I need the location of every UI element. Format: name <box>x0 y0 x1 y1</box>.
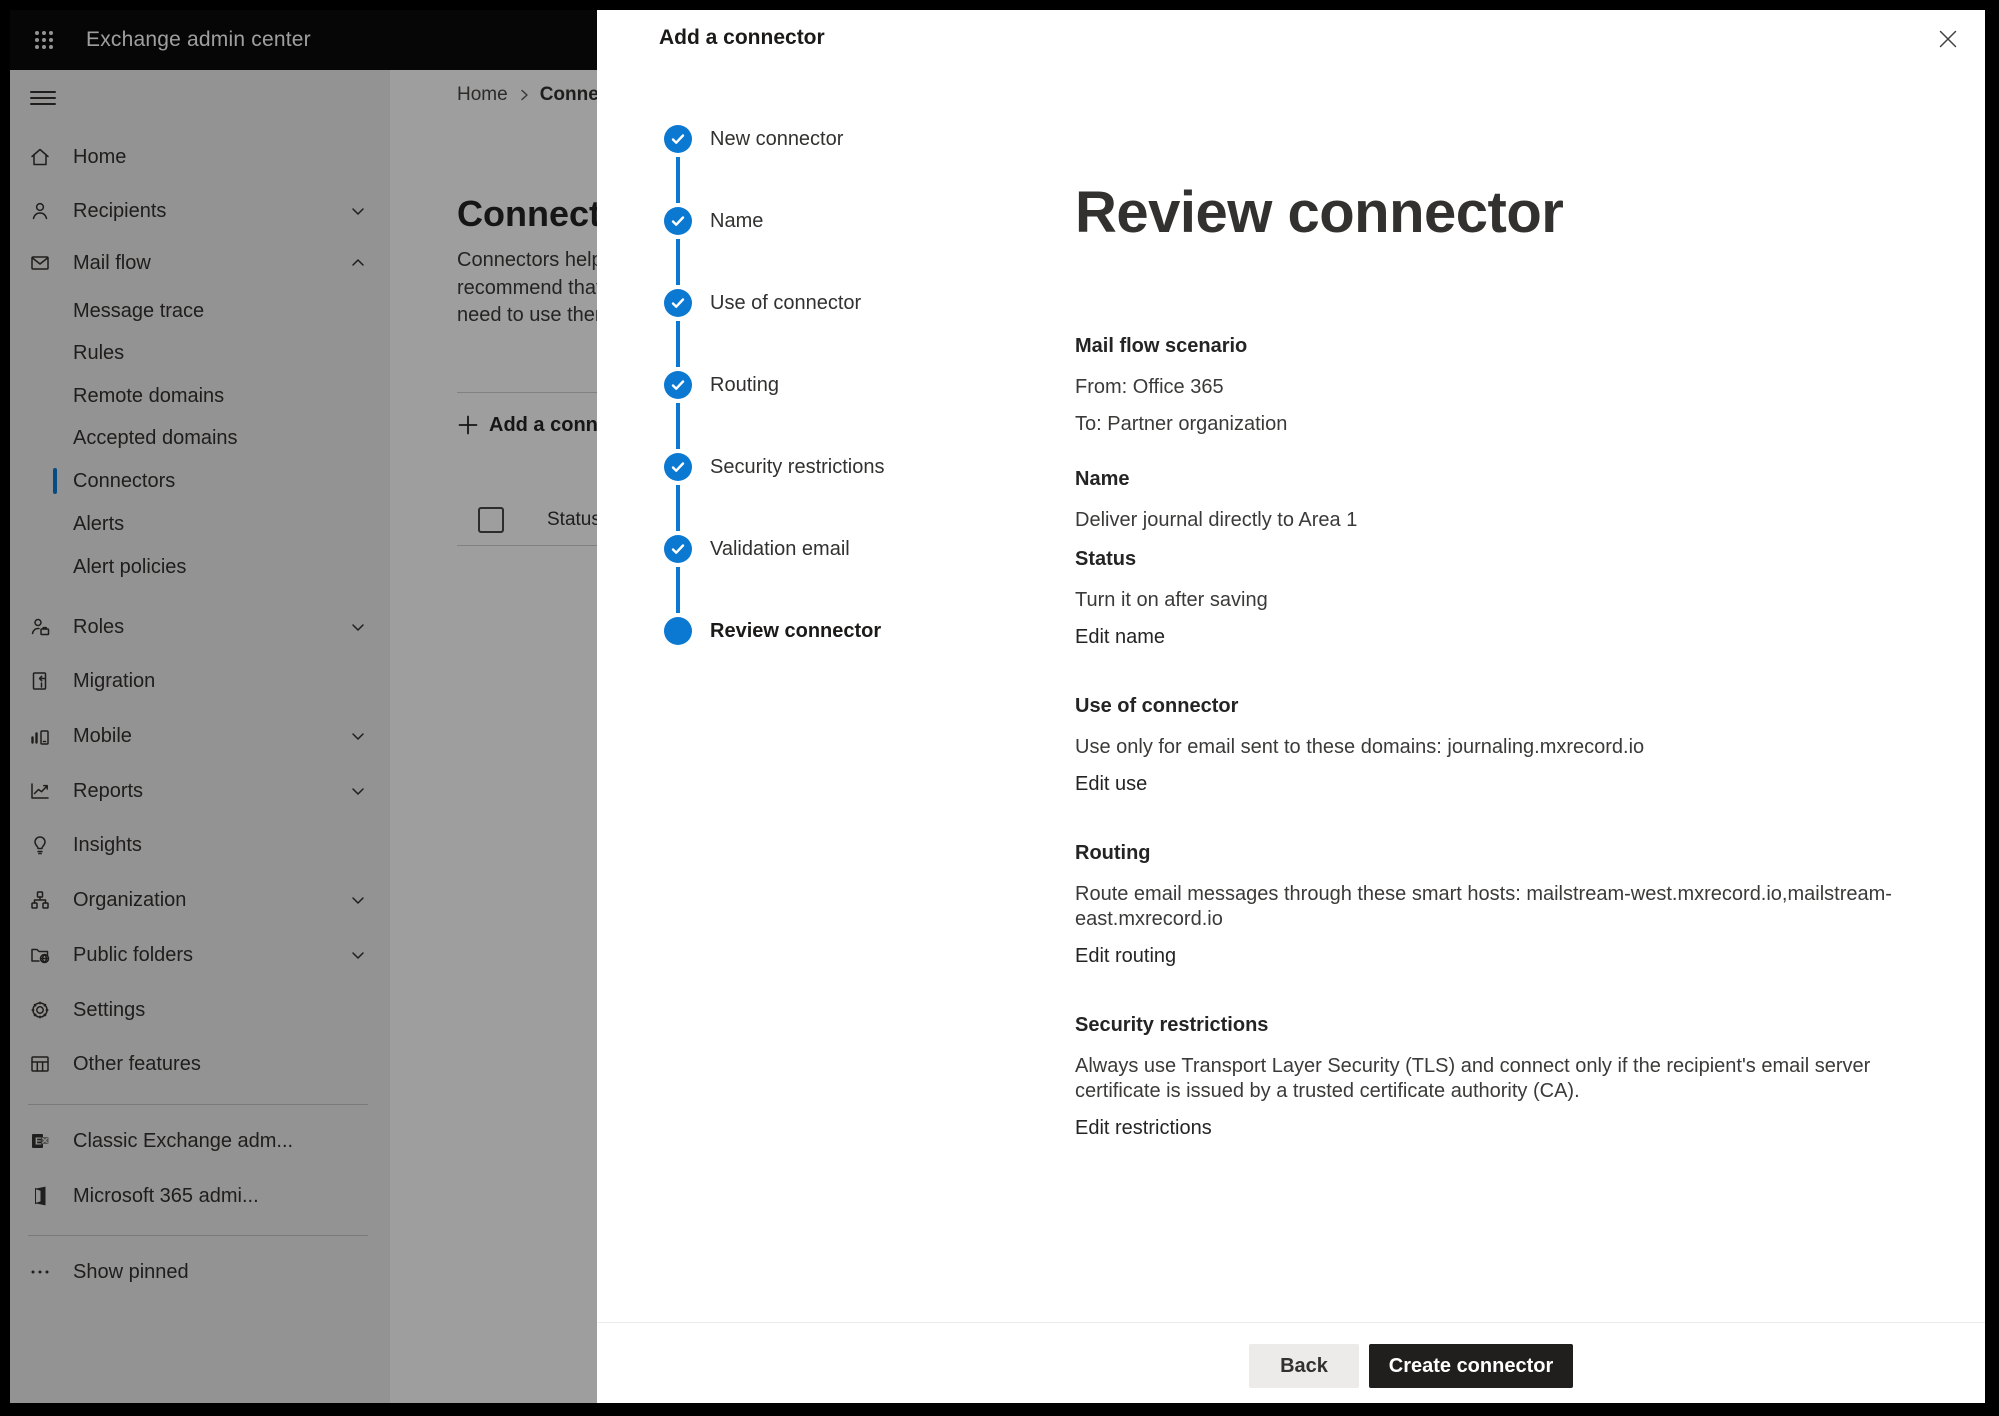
step-label: Name <box>710 210 763 233</box>
app-window: Exchange admin center Home Recipients <box>10 10 1985 1403</box>
step-label: New connector <box>710 128 843 151</box>
step-routing[interactable]: Routing <box>597 371 1004 399</box>
step-label: Security restrictions <box>710 456 885 479</box>
section-value: Always use Transport Layer Security (TLS… <box>1075 1054 1985 1079</box>
step-use-of-connector[interactable]: Use of connector <box>597 289 1004 317</box>
review-section-name: Name Deliver journal directly to Area 1 <box>1075 465 1985 533</box>
section-heading: Security restrictions <box>1075 1011 1985 1039</box>
section-value: Route email messages through these smart… <box>1075 882 1985 907</box>
review-section-mail-flow-scenario: Mail flow scenario From: Office 365 To: … <box>1075 332 1985 437</box>
step-label: Routing <box>710 374 779 397</box>
review-section-security-restrictions: Security restrictions Always use Transpo… <box>1075 1011 1985 1141</box>
step-label: Use of connector <box>710 292 861 315</box>
section-value: Use only for email sent to these domains… <box>1075 735 1985 760</box>
section-value: east.mxrecord.io <box>1075 907 1985 932</box>
review-section-use-of-connector: Use of connector Use only for email sent… <box>1075 692 1985 797</box>
step-completed-icon <box>664 125 692 153</box>
step-completed-icon <box>664 535 692 563</box>
dialog-footer: Back Create connector <box>597 1322 1985 1403</box>
section-value: Turn it on after saving <box>1075 588 1985 613</box>
dialog-header: Add a connector <box>597 10 1985 67</box>
edit-name-link[interactable]: Edit name <box>1075 625 1165 650</box>
review-title: Review connector <box>1075 178 1985 248</box>
step-name[interactable]: Name <box>597 207 1004 235</box>
section-heading: Status <box>1075 545 1985 573</box>
edit-routing-link[interactable]: Edit routing <box>1075 944 1176 969</box>
section-value: certificate is issued by a trusted certi… <box>1075 1079 1985 1104</box>
review-section-routing: Routing Route email messages through the… <box>1075 839 1985 969</box>
step-completed-icon <box>664 289 692 317</box>
close-button[interactable] <box>1934 25 1962 53</box>
section-heading: Mail flow scenario <box>1075 332 1985 360</box>
step-label: Validation email <box>710 538 850 561</box>
section-heading: Name <box>1075 465 1985 493</box>
section-heading: Use of connector <box>1075 692 1985 720</box>
review-pane: Review connector Mail flow scenario From… <box>1004 66 1985 1322</box>
step-review-connector[interactable]: Review connector <box>597 617 1004 645</box>
step-completed-icon <box>664 207 692 235</box>
wizard-stepper: New connector Name Use of connector Rout… <box>597 66 1005 1322</box>
section-value: To: Partner organization <box>1075 412 1985 437</box>
dialog-title: Add a connector <box>659 10 825 66</box>
edit-use-link[interactable]: Edit use <box>1075 772 1147 797</box>
edit-restrictions-link[interactable]: Edit restrictions <box>1075 1116 1212 1141</box>
step-security-restrictions[interactable]: Security restrictions <box>597 453 1004 481</box>
step-validation-email[interactable]: Validation email <box>597 535 1004 563</box>
step-completed-icon <box>664 371 692 399</box>
step-label: Review connector <box>710 620 881 643</box>
section-value: Deliver journal directly to Area 1 <box>1075 508 1985 533</box>
add-connector-dialog: Add a connector New connector Name <box>597 10 1985 1403</box>
step-completed-icon <box>664 453 692 481</box>
section-heading: Routing <box>1075 839 1985 867</box>
back-button[interactable]: Back <box>1249 1344 1359 1388</box>
section-value: From: Office 365 <box>1075 375 1985 400</box>
close-icon <box>1937 28 1959 50</box>
create-connector-button[interactable]: Create connector <box>1369 1344 1573 1388</box>
review-section-status: Status Turn it on after saving Edit name <box>1075 545 1985 650</box>
step-new-connector[interactable]: New connector <box>597 125 1004 153</box>
step-current-icon <box>664 617 692 645</box>
